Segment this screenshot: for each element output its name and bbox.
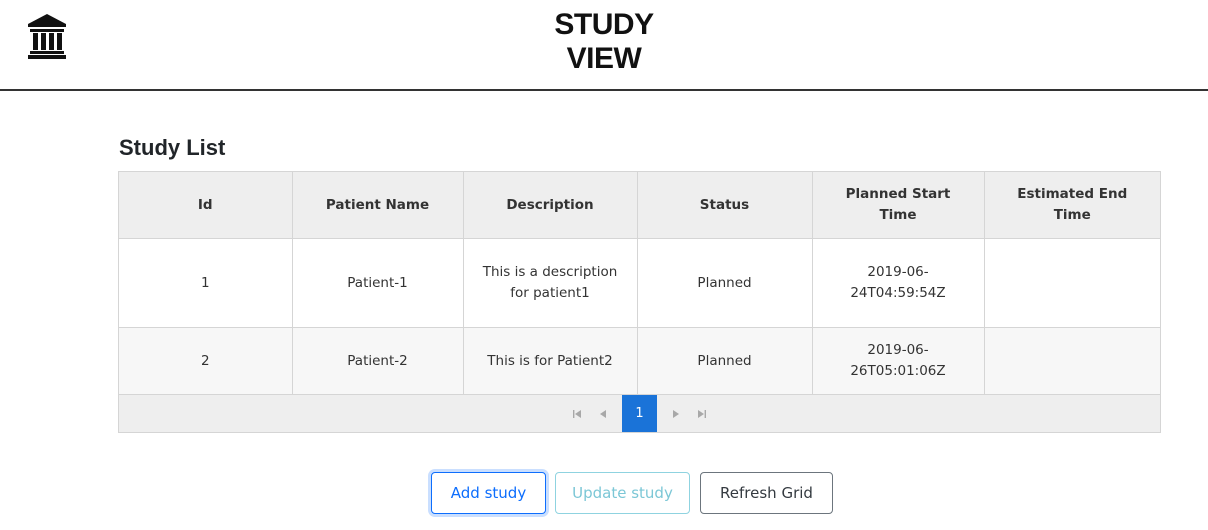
cell-description: This is for Patient2 bbox=[463, 327, 638, 395]
update-study-button[interactable]: Update study bbox=[555, 472, 690, 514]
next-page-icon[interactable] bbox=[663, 395, 689, 432]
page-title: STUDY VIEW bbox=[554, 8, 654, 75]
cell-patient-name: Patient-2 bbox=[292, 327, 464, 395]
cell-description: This is a description for patient1 bbox=[463, 238, 638, 328]
cell-status: Planned bbox=[637, 238, 813, 328]
cell-id: 2 bbox=[119, 327, 293, 395]
cell-id: 1 bbox=[119, 238, 293, 328]
refresh-grid-button[interactable]: Refresh Grid bbox=[700, 472, 833, 514]
study-table: Id Patient Name Description Status Plann… bbox=[119, 172, 1160, 395]
study-grid: Id Patient Name Description Status Plann… bbox=[118, 171, 1161, 433]
app-header: STUDY VIEW bbox=[0, 0, 1208, 91]
pagination-bar: 1 bbox=[119, 395, 1160, 432]
table-row[interactable]: 1 Patient-1 This is a description for pa… bbox=[119, 238, 1160, 328]
last-page-icon[interactable] bbox=[689, 395, 715, 432]
table-header-row: Id Patient Name Description Status Plann… bbox=[119, 172, 1160, 239]
cell-planned-start: 2019-06-24T04:59:54Z bbox=[812, 238, 985, 328]
cell-estimated-end bbox=[984, 327, 1160, 395]
bank-building-icon bbox=[28, 14, 66, 59]
study-list-title: Study List bbox=[119, 135, 226, 160]
cell-planned-start: 2019-06-26T05:01:06Z bbox=[812, 327, 985, 395]
table-row[interactable]: 2 Patient-2 This is for Patient2 Planned… bbox=[119, 327, 1160, 395]
action-buttons: Add study Update study Refresh Grid bbox=[431, 472, 833, 514]
cell-status: Planned bbox=[637, 327, 813, 395]
cell-patient-name: Patient-1 bbox=[292, 238, 464, 328]
first-page-icon[interactable] bbox=[564, 395, 590, 432]
current-page-button[interactable]: 1 bbox=[622, 395, 657, 432]
cell-estimated-end bbox=[984, 238, 1160, 328]
add-study-button[interactable]: Add study bbox=[431, 472, 546, 514]
column-header-estimated-end-time[interactable]: Estimated End Time bbox=[984, 172, 1160, 239]
column-header-id[interactable]: Id bbox=[119, 172, 293, 239]
column-header-description[interactable]: Description bbox=[463, 172, 638, 239]
column-header-status[interactable]: Status bbox=[637, 172, 813, 239]
column-header-patient-name[interactable]: Patient Name bbox=[292, 172, 464, 239]
previous-page-icon[interactable] bbox=[590, 395, 616, 432]
column-header-planned-start-time[interactable]: Planned Start Time bbox=[812, 172, 985, 239]
